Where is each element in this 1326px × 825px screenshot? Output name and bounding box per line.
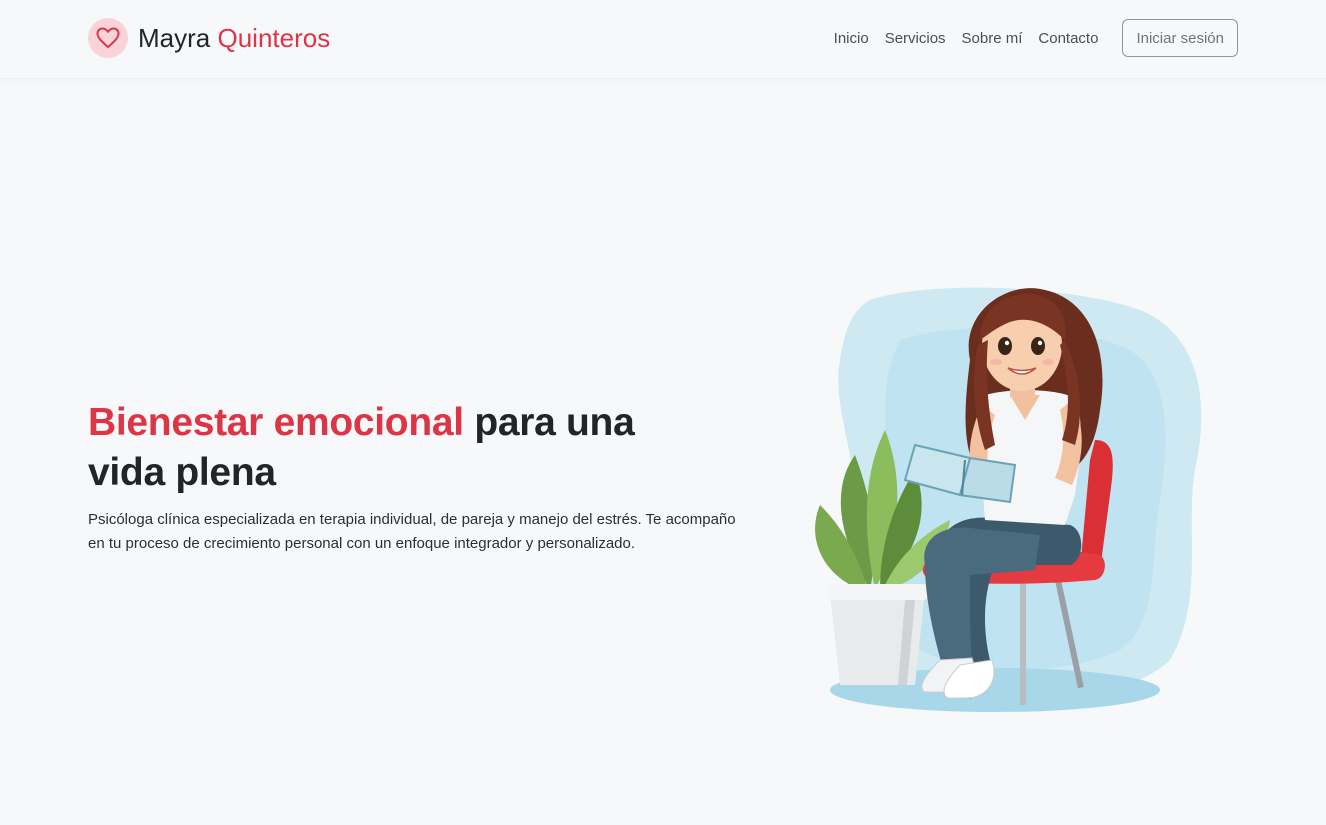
nav-link-inicio[interactable]: Inicio	[826, 30, 877, 47]
hero-illustration	[810, 280, 1220, 720]
brand-name: Mayra Quinteros	[138, 25, 330, 51]
heart-icon	[88, 18, 128, 58]
navbar: Mayra Quinteros Inicio Servicios Sobre m…	[0, 0, 1326, 79]
nav-link-servicios[interactable]: Servicios	[877, 30, 954, 47]
nav-link-contacto[interactable]: Contacto	[1030, 30, 1106, 47]
brand-last-name: Quinteros	[217, 23, 331, 53]
main-nav: Inicio Servicios Sobre mí Contacto Inici…	[826, 18, 1238, 58]
login-button[interactable]: Iniciar sesión	[1122, 19, 1238, 57]
hero-section: Bienestar emocional para una vida plena P…	[88, 398, 748, 556]
hero-description: Psicóloga clínica especializada en terap…	[88, 511, 736, 552]
brand-logo-link[interactable]: Mayra Quinteros	[88, 17, 330, 59]
nav-link-sobre-mi[interactable]: Sobre mí	[954, 30, 1031, 47]
hero-title-rest: para una	[463, 401, 635, 444]
hero-title-accent: Bienestar emocional	[88, 401, 464, 444]
hero-title: Bienestar emocional para una vida plena	[88, 398, 748, 498]
brand-first-name: Mayra	[138, 23, 211, 53]
hero-title-rest-2: vida plena	[88, 451, 276, 494]
